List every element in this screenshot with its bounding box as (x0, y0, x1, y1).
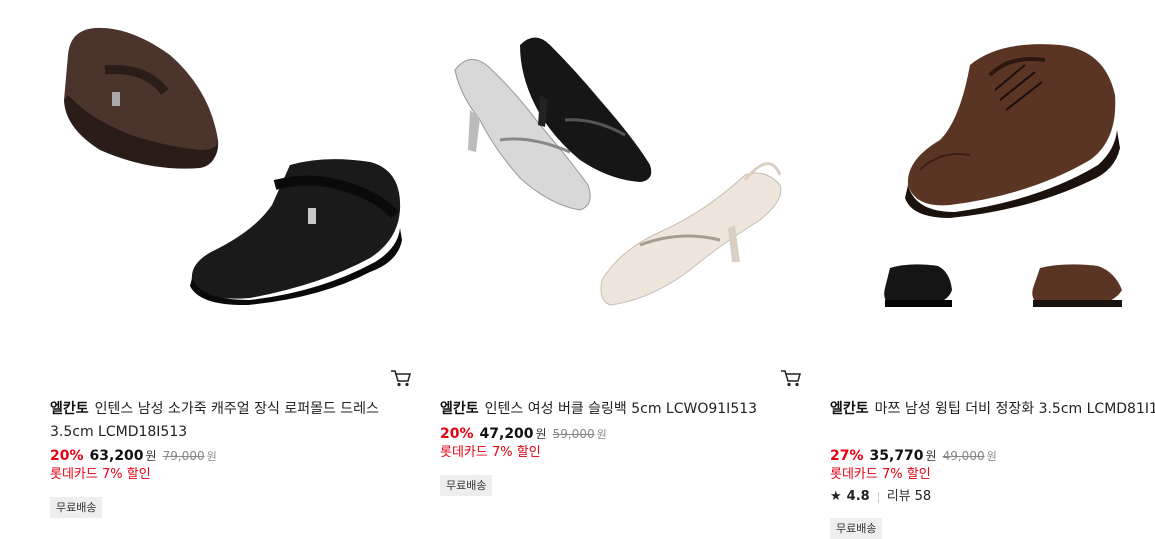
rating-score: 4.8 (846, 489, 870, 504)
product-card[interactable]: 엘칸토 인텐스 여성 버클 슬링백 5cm LCWO91I513 20% 47,20… (440, 0, 810, 527)
product-title[interactable]: 엘칸토 인텐스 여성 버클 슬링백 5cm LCWO91I513 (440, 398, 802, 421)
brand-name: 엘칸토 (830, 401, 869, 417)
sale-price: 63,200 (89, 448, 144, 464)
card-discount-promo: 롯데카드 7% 할인 (440, 445, 541, 460)
discount-rate: 27% (830, 448, 864, 464)
product-name: 인텐스 남성 소가죽 캐주얼 장식 로퍼몰드 드레스 3.5cm LCMD18I… (50, 401, 379, 440)
review-label: 리뷰 (886, 489, 911, 504)
free-shipping-badge: 무료배송 (50, 497, 103, 518)
add-to-cart-button[interactable] (390, 368, 412, 388)
card-discount-promo: 롯데카드 7% 할인 (50, 467, 151, 482)
review-count: 58 (914, 489, 932, 504)
original-price: 49,000 (942, 449, 985, 463)
original-price: 59,000 (552, 427, 595, 441)
cart-icon (781, 370, 801, 387)
sale-price: 35,770 (869, 448, 924, 464)
cart-icon (391, 370, 411, 387)
original-currency-unit: 원 (596, 428, 607, 441)
wingtip-derby-illustration (884, 44, 1122, 307)
brand-name: 엘칸토 (50, 401, 89, 417)
currency-unit: 원 (535, 427, 547, 441)
product-image-slingbacks[interactable] (440, 0, 810, 340)
original-price: 79,000 (162, 449, 205, 463)
rating-divider (877, 491, 879, 503)
free-shipping-badge: 무료배송 (830, 518, 883, 539)
product-title[interactable]: 엘칸토 마쯔 남성 윙팁 더비 정장화 3.5cm LCMD81I111 (830, 398, 1155, 421)
product-name: 마쯔 남성 윙팁 더비 정장화 3.5cm LCMD81I111 (874, 401, 1155, 417)
price-row: 27% 35,770 원 49,000 원 (830, 447, 997, 466)
original-currency-unit: 원 (986, 450, 997, 463)
product-card[interactable]: 엘칸토 인텐스 남성 소가죽 캐주얼 장식 로퍼몰드 드레스 3.5cm LCMD… (50, 0, 420, 527)
product-title[interactable]: 엘칸토 인텐스 남성 소가죽 캐주얼 장식 로퍼몰드 드레스 3.5cm LCMD… (50, 398, 412, 444)
add-to-cart-button[interactable] (780, 368, 802, 388)
product-image-loafers[interactable] (50, 0, 420, 340)
star-icon: ★ (830, 489, 842, 504)
currency-unit: 원 (145, 449, 157, 463)
product-name: 인텐스 여성 버클 슬링백 5cm LCWO91I513 (484, 401, 758, 417)
product-card[interactable]: 엘칸토 마쯔 남성 윙팁 더비 정장화 3.5cm LCMD81I111 27% 3… (830, 0, 1155, 539)
discount-rate: 20% (50, 448, 84, 464)
sale-price: 47,200 (479, 426, 534, 442)
price-row: 20% 47,200 원 59,000 원 (440, 425, 607, 444)
free-shipping-badge: 무료배송 (440, 475, 493, 496)
brand-name: 엘칸토 (440, 401, 479, 417)
original-currency-unit: 원 (206, 450, 217, 463)
loafer-shoes-illustration (64, 27, 402, 306)
discount-rate: 20% (440, 426, 474, 442)
slingback-heels-illustration (454, 37, 782, 306)
currency-unit: 원 (925, 449, 937, 463)
card-discount-promo: 롯데카드 7% 할인 (830, 467, 931, 482)
price-row: 20% 63,200 원 79,000 원 (50, 447, 217, 466)
product-image-wingtips[interactable] (830, 0, 1155, 340)
rating-row[interactable]: ★ 4.8 리뷰 58 (830, 489, 931, 505)
